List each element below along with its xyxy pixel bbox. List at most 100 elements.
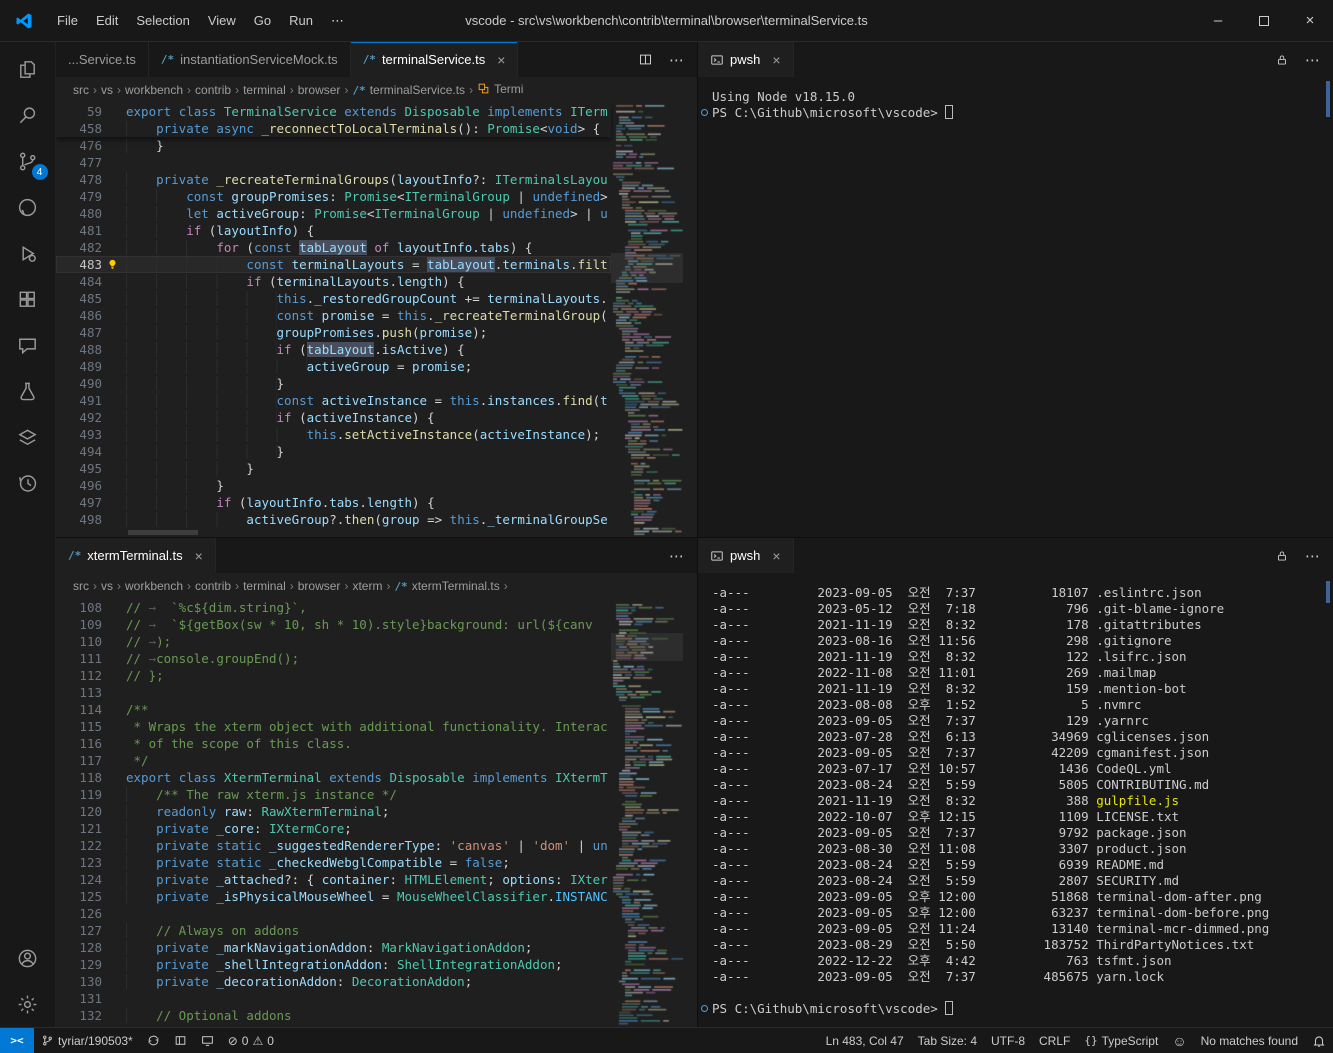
more-actions-button[interactable]: ⋯	[1305, 51, 1321, 69]
code-text: activeGroup = promise;	[126, 358, 472, 375]
close-icon[interactable]: ×	[772, 52, 780, 68]
breadcrumb-item[interactable]: browser	[297, 83, 342, 97]
breadcrumb-item[interactable]: workbench	[124, 83, 184, 97]
scrollbar-thumb[interactable]	[1326, 581, 1330, 603]
breadcrumb-item[interactable]: contrib	[194, 579, 232, 593]
feedback-smiley-icon[interactable]: ☺	[1165, 1028, 1193, 1053]
menu-item-view[interactable]: View	[199, 8, 245, 33]
explorer-icon[interactable]	[4, 46, 52, 92]
history-icon[interactable]	[4, 460, 52, 506]
breadcrumb-separator: ›	[341, 579, 351, 593]
file-name: terminal-dom-after.png	[1096, 889, 1262, 904]
comments-icon[interactable]	[4, 322, 52, 368]
menu-item-file[interactable]: File	[48, 8, 87, 33]
layers-icon[interactable]	[4, 414, 52, 460]
account-icon[interactable]	[4, 935, 52, 981]
breadcrumb-item[interactable]: workbench	[124, 579, 184, 593]
minimap[interactable]	[611, 103, 683, 537]
code-text: }	[126, 443, 284, 460]
file-name: .lsifrc.json	[1096, 649, 1186, 664]
lock-icon[interactable]	[1275, 53, 1289, 67]
code-line: 484 if (terminalLayouts.length) {	[56, 273, 611, 290]
menu-item-run[interactable]: Run	[280, 8, 322, 33]
breadcrumb-item[interactable]: browser	[297, 579, 342, 593]
tab-pwsh[interactable]: pwsh×	[698, 538, 794, 573]
more-actions-button[interactable]: ⋯	[669, 51, 685, 69]
encoding[interactable]: UTF-8	[984, 1028, 1032, 1053]
more-actions-button[interactable]: ⋯	[669, 547, 685, 565]
tab--service-ts[interactable]: ...Service.ts	[56, 42, 149, 77]
terminal-pwsh-top[interactable]: Using Node v18.15.0PS C:\Github\microsof…	[698, 77, 1333, 537]
horizontal-scrollbar[interactable]	[128, 530, 198, 535]
testing-icon[interactable]	[4, 368, 52, 414]
tab-xtermterminal-ts[interactable]: /*xtermTerminal.ts×	[56, 538, 216, 573]
minimap-slider[interactable]	[611, 633, 683, 661]
eol[interactable]: CRLF	[1032, 1028, 1077, 1053]
breadcrumb-file[interactable]: /*xtermTerminal.ts	[393, 579, 500, 593]
breadcrumb-item[interactable]: src	[72, 579, 90, 593]
command-decoration-icon[interactable]	[701, 109, 708, 116]
close-button[interactable]: ×	[1287, 0, 1333, 41]
search-status[interactable]: No matches found	[1194, 1028, 1305, 1053]
menu-item-edit[interactable]: Edit	[87, 8, 127, 33]
github-icon[interactable]	[4, 184, 52, 230]
breadcrumb-item[interactable]: terminal	[242, 579, 287, 593]
breadcrumb-file[interactable]: /*terminalService.ts	[351, 83, 466, 97]
more-actions-button[interactable]: ⋯	[1305, 547, 1321, 565]
tab-instantiationservicemock-ts[interactable]: /*instantiationServiceMock.ts	[149, 42, 351, 77]
language-mode[interactable]: {} TypeScript	[1077, 1028, 1165, 1053]
close-icon[interactable]: ×	[195, 548, 203, 564]
breadcrumb-symbol[interactable]: Termi	[476, 82, 524, 98]
breadcrumb-item[interactable]: terminal	[242, 83, 287, 97]
maximize-button[interactable]	[1241, 0, 1287, 41]
breadcrumbs[interactable]: src›vs›workbench›contrib›terminal›browse…	[56, 77, 697, 103]
breadcrumbs[interactable]: src›vs›workbench›contrib›terminal›browse…	[56, 573, 697, 599]
run-debug-icon[interactable]	[4, 230, 52, 276]
breadcrumb-item[interactable]: vs	[100, 83, 114, 97]
editor-layout-icon[interactable]	[167, 1028, 194, 1053]
breadcrumb-item[interactable]: contrib	[194, 83, 232, 97]
code-line: 119 /** The raw xterm.js instance */	[56, 786, 611, 803]
problems-item[interactable]: ⊘ 0 ⚠ 0	[221, 1028, 281, 1053]
code-text: private static _suggestedRendererType: '…	[126, 837, 608, 854]
menu-item-go[interactable]: Go	[245, 8, 280, 33]
terminal-line: -a--- 2023-09-05 오후 12:00 63237 terminal…	[712, 905, 1333, 921]
settings-gear-icon[interactable]	[4, 981, 52, 1027]
scrollbar-thumb[interactable]	[1326, 81, 1330, 117]
breadcrumb-separator: ›	[501, 579, 511, 593]
breadcrumb-item[interactable]: xterm	[351, 579, 383, 593]
breadcrumb-item[interactable]: vs	[100, 579, 114, 593]
terminal-pwsh-bottom[interactable]: -a--- 2023-09-05 오전 7:37 18107 .eslintrc…	[698, 573, 1333, 1027]
sync-icon[interactable]	[140, 1028, 167, 1053]
menu-item-selection[interactable]: Selection	[127, 8, 198, 33]
breadcrumb-separator: ›	[287, 83, 297, 97]
vscode-window: FileEditSelectionViewGoRun⋯ vscode - src…	[0, 0, 1333, 1053]
code-editor-xtermterminal[interactable]: 108// → `%c${dim.string}`,109// → `${get…	[56, 599, 697, 1027]
indentation[interactable]: Tab Size: 4	[911, 1028, 984, 1053]
code-line: 486 const promise = this._recreateTermin…	[56, 307, 611, 324]
code-line: 117 */	[56, 752, 611, 769]
close-icon[interactable]: ×	[497, 52, 505, 68]
source-control-icon[interactable]: 4	[4, 138, 52, 184]
branch-item[interactable]: tyriar/190503*	[34, 1028, 140, 1053]
remote-indicator[interactable]: ><	[0, 1028, 34, 1053]
screencast-icon[interactable]	[194, 1028, 221, 1053]
breadcrumb-item[interactable]: src	[72, 83, 90, 97]
menu-item-[interactable]: ⋯	[322, 8, 353, 34]
minimap-slider[interactable]	[611, 253, 683, 283]
extensions-icon[interactable]	[4, 276, 52, 322]
tab-terminalservice-ts[interactable]: /*terminalService.ts×	[351, 42, 519, 77]
gutter	[102, 205, 126, 222]
minimize-button[interactable]: –	[1195, 0, 1241, 41]
command-decoration-icon[interactable]	[701, 1005, 708, 1012]
split-editor-button[interactable]	[638, 52, 653, 67]
lightbulb-icon[interactable]	[102, 256, 126, 273]
close-icon[interactable]: ×	[772, 548, 780, 564]
minimap[interactable]	[611, 599, 683, 1027]
notifications-bell-icon[interactable]	[1305, 1028, 1333, 1053]
search-icon[interactable]	[4, 92, 52, 138]
lock-icon[interactable]	[1275, 549, 1289, 563]
tab-pwsh[interactable]: pwsh×	[698, 42, 794, 77]
cursor-position[interactable]: Ln 483, Col 47	[819, 1028, 911, 1053]
code-editor-terminalservice[interactable]: 476 }477478 private _recreateTerminalGro…	[56, 103, 697, 537]
